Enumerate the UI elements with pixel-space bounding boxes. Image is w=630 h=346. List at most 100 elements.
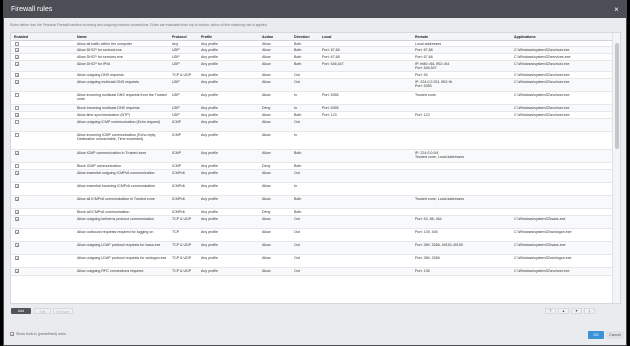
cell-protocol: UDP	[172, 80, 180, 84]
cell-action: Allow	[262, 217, 271, 221]
table-row[interactable]: Allow essential incoming ICMPv6 communic…	[11, 183, 613, 196]
cell-action: Allow	[262, 133, 271, 137]
col-header-direction[interactable]: Direction	[294, 35, 310, 39]
cell-action: Allow	[262, 151, 271, 155]
edit-button[interactable]: Edit	[34, 308, 51, 314]
enabled-checkbox[interactable]	[15, 217, 19, 221]
cell-name: Allow outbound requests required for log…	[77, 230, 154, 234]
close-icon[interactable]: ×	[611, 4, 622, 15]
enabled-checkbox[interactable]	[15, 197, 19, 201]
show-builtin-rules[interactable]: Show built-in (predefined) rules	[10, 332, 66, 337]
cell-applications: C:\Windows\system32\svchost.exe	[514, 113, 570, 117]
table-row[interactable]: Allow incoming ICMP communication (Echo …	[11, 132, 613, 150]
table-row[interactable]: Allow outgoing DNS requests TCP & UDP Any …	[11, 72, 613, 79]
enabled-checkbox[interactable]	[15, 73, 19, 77]
enabled-checkbox[interactable]	[15, 42, 19, 46]
enabled-checkbox[interactable]	[15, 133, 19, 137]
cell-name: Allow outgoing DNS requests	[77, 73, 124, 77]
enabled-checkbox[interactable]	[15, 113, 19, 117]
table-row[interactable]: Allow outgoing kerberos protocol communi…	[11, 216, 613, 229]
cell-protocol: ICMPv6	[172, 184, 185, 188]
cell-action: Allow	[262, 48, 271, 52]
table-row[interactable]: Allow incoming multicast DNS requests fr…	[11, 92, 613, 105]
cell-direction: Both	[294, 48, 302, 52]
cell-direction: Out	[294, 73, 300, 77]
col-header-profile[interactable]: Profile	[201, 35, 212, 39]
vertical-scrollbar[interactable]	[612, 33, 620, 303]
cell-action: Deny	[262, 164, 271, 168]
cell-direction: In	[294, 93, 297, 97]
enabled-checkbox[interactable]	[15, 243, 19, 247]
cell-name: Allow outgoing ICMP communication (Echo …	[77, 120, 161, 124]
col-header-name[interactable]: Name	[77, 35, 87, 39]
enabled-checkbox[interactable]	[15, 93, 19, 97]
enabled-checkbox[interactable]	[15, 269, 19, 273]
add-button[interactable]: Add	[11, 308, 31, 314]
cell-protocol: ICMP	[172, 164, 181, 168]
show-builtin-label: Show built-in (predefined) rules	[16, 332, 66, 336]
cell-protocol: ICMP	[172, 151, 181, 155]
table-row[interactable]: Allow outgoing ICMP communication (Echo …	[11, 119, 613, 132]
table-row[interactable]: Allow essential outgoing ICMPv6 communic…	[11, 170, 613, 183]
move-top-icon[interactable]: ⤒	[545, 308, 556, 314]
cell-profile: Any profile	[201, 217, 218, 221]
cell-protocol: ICMPv6	[172, 210, 185, 214]
table-row[interactable]: Allow DHCP for IPv6 UDP Any profile Allow Bo…	[11, 61, 613, 72]
cell-direction: In	[294, 106, 297, 110]
table-row[interactable]: Allow outbound requests required for log…	[11, 229, 613, 242]
cell-direction: Both	[294, 62, 302, 66]
table-row[interactable]: Allow outgoing multicast DNS requests UDP…	[11, 79, 613, 92]
show-builtin-checkbox[interactable]	[10, 332, 14, 337]
enabled-checkbox[interactable]	[15, 164, 19, 168]
enabled-checkbox[interactable]	[15, 151, 19, 155]
cell-remote: Trusted zone	[415, 93, 436, 97]
cell-remote: Port: 135	[415, 269, 430, 273]
col-header-applications[interactable]: Applications	[514, 35, 536, 39]
cell-profile: Any profile	[201, 106, 218, 110]
enabled-checkbox[interactable]	[15, 80, 19, 84]
col-header-protocol[interactable]: Protocol	[172, 35, 187, 39]
enabled-checkbox[interactable]	[15, 171, 19, 175]
cell-remote: IP: 224.0.0.251, ff02::fb Port: 5355	[415, 80, 453, 89]
cell-name: Allow incoming multicast DNS requests fr…	[77, 93, 167, 102]
table-row[interactable]: Allow ICMP communication in Trusted zone…	[11, 150, 613, 163]
move-up-icon[interactable]: ▲	[558, 308, 569, 314]
col-header-action[interactable]: Action	[262, 35, 273, 39]
table-row[interactable]: Allow outgoing LDAP protocol requests fo…	[11, 255, 613, 268]
enabled-checkbox[interactable]	[15, 210, 19, 214]
move-bottom-icon[interactable]: ⤓	[584, 308, 595, 314]
ok-button[interactable]: OK	[588, 331, 604, 339]
scrollbar-thumb[interactable]	[614, 43, 619, 149]
cell-protocol: TCP & UDP	[172, 73, 192, 77]
enabled-checkbox[interactable]	[15, 184, 19, 188]
cell-local: Port: 67,68	[322, 55, 340, 59]
cell-protocol: ICMPv6	[172, 171, 185, 175]
enabled-checkbox[interactable]	[15, 120, 19, 124]
remove-button[interactable]: Remove	[53, 308, 73, 314]
enabled-checkbox[interactable]	[15, 55, 19, 59]
enabled-checkbox[interactable]	[15, 106, 19, 110]
cell-name: Allow all ICMPv6 communication in Truste…	[77, 197, 155, 201]
table-row[interactable]: Block all ICMPv6 communication ICMPv6 Any …	[11, 209, 613, 216]
enabled-checkbox[interactable]	[15, 62, 19, 66]
col-header-enabled[interactable]: Enabled	[14, 35, 28, 39]
table-row[interactable]: Allow all ICMPv6 communication in Truste…	[11, 196, 613, 209]
enabled-checkbox[interactable]	[15, 230, 19, 234]
table-row[interactable]: Allow time synchronization (NTP) UDP Any p…	[11, 112, 613, 119]
cancel-button[interactable]: Cancel	[606, 331, 624, 339]
cell-remote: Local addresses	[415, 42, 442, 46]
dialog-description: Rules define how the Personal Firewall h…	[10, 23, 268, 27]
table-row[interactable]: Allow outgoing LDAP protocol requests fo…	[11, 242, 613, 255]
table-row[interactable]: Allow DHCP for svchost.exe UDP Any profile…	[11, 47, 613, 54]
enabled-checkbox[interactable]	[15, 256, 19, 260]
col-header-local[interactable]: Local	[322, 35, 331, 39]
cell-profile: Any profile	[201, 210, 218, 214]
table-row[interactable]: Block ICMP communication ICMP Any profile D…	[11, 163, 613, 170]
col-header-remote[interactable]: Remote	[415, 35, 428, 39]
move-down-icon[interactable]: ▼	[571, 308, 582, 314]
cell-name: Allow essential outgoing ICMPv6 communic…	[77, 171, 155, 175]
table-row[interactable]: Allow DHCP for services.exe UDP Any profil…	[11, 54, 613, 61]
table-row[interactable]: Block incoming multicast DNS requests UDP…	[11, 105, 613, 112]
enabled-checkbox[interactable]	[15, 48, 19, 52]
table-row[interactable]: Allow outgoing RPC connections required T…	[11, 268, 613, 276]
